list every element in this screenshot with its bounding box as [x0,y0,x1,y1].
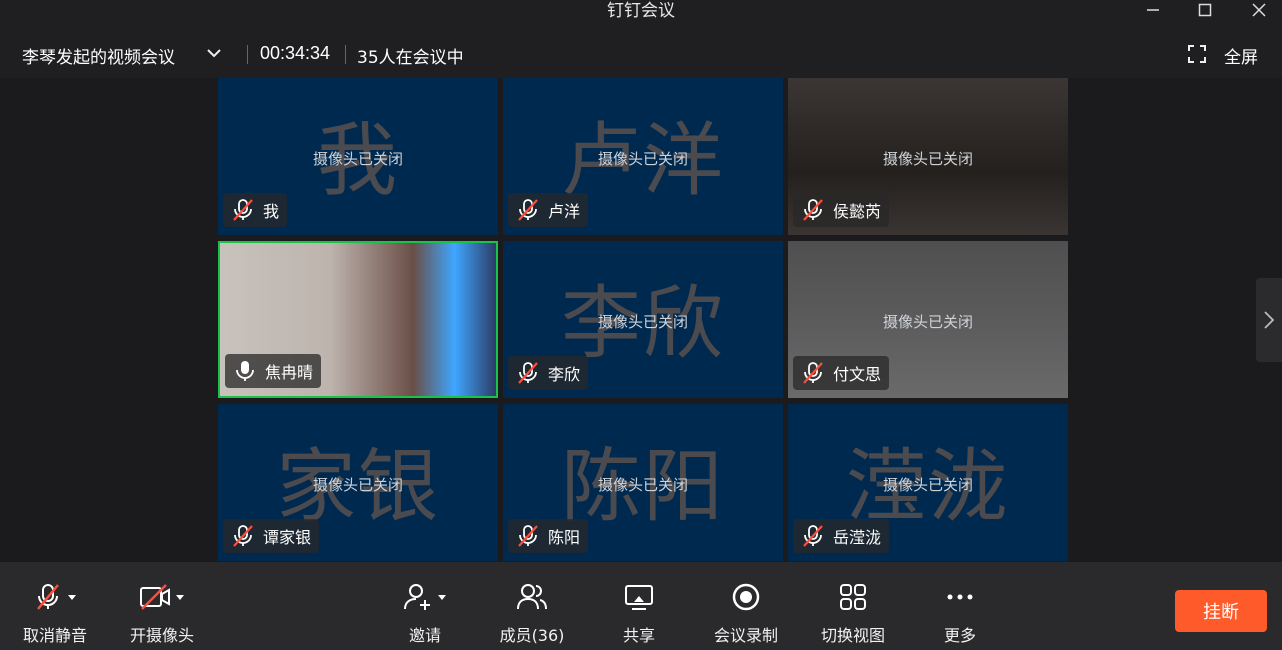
add-user-icon [404,584,430,610]
mic-muted-icon [801,198,825,222]
switch-view-label: 切换视图 [820,626,885,645]
maximize-icon [1198,3,1212,17]
participant-name: 付文思 [833,365,882,384]
video-tile[interactable]: 卢洋 摄像头已关闭 卢洋 [503,78,783,235]
minimize-button[interactable] [1138,0,1168,20]
participant-badge: 李欣 [508,356,589,390]
mic-muted-icon [801,361,825,385]
caret-down-icon [176,595,184,600]
participant-badge: 陈阳 [508,519,589,553]
minimize-icon [1147,9,1159,11]
members-button[interactable]: 成员(36) [487,580,577,646]
divider [345,45,346,64]
divider [247,45,248,64]
meeting-info-bar: 李琴发起的视频会议 00:34:34 35人在会议中 全屏 [0,30,1282,78]
video-tile[interactable]: 摄像头已关闭付文思 [788,241,1068,398]
participant-name: 我 [263,202,280,221]
mic-muted-icon [516,524,540,548]
participant-count: 35人在会议中 [357,48,464,68]
next-page-button[interactable] [1256,278,1282,362]
video-tile[interactable]: 我摄像头已关闭我 [218,78,498,235]
participant-badge: 我 [223,193,288,227]
participant-badge: 谭家银 [223,519,320,553]
participant-badge: 卢洋 [508,193,589,227]
camera-off-icon [140,584,170,610]
video-stage: 我摄像头已关闭我卢洋摄像头已关闭卢洋摄像头已关闭侯懿芮摄像头已关闭焦冉晴李欣摄像… [0,78,1282,562]
mic-icon [233,359,257,383]
mic-muted-icon [516,198,540,222]
fullscreen-button[interactable]: 全屏 [1224,43,1258,68]
video-grid: 我摄像头已关闭我卢洋摄像头已关闭卢洋摄像头已关闭侯懿芮摄像头已关闭焦冉晴李欣摄像… [218,78,1068,562]
more-button[interactable]: 更多 [915,580,1005,646]
video-tile[interactable]: 陈阳 摄像头已关闭 陈阳 [503,404,783,561]
video-tile[interactable]: 李欣 摄像头已关闭 李欣 [503,241,783,398]
camera-off-text: 摄像头已关闭 [597,476,688,494]
unmute-label: 取消静音 [22,626,87,645]
unmute-button[interactable]: 取消静音 [10,580,100,646]
meeting-toolbar: 取消静音 开摄像头 邀请 成员(36) 共享 会议录制 切换视图 更多 挂断 [0,562,1282,650]
members-label: 成员(36) [499,626,565,645]
participant-name: 李欣 [548,365,581,384]
share-label: 共享 [622,626,655,645]
grid-view-icon [840,584,866,610]
meeting-timer: 00:34:34 [260,43,331,63]
video-tile[interactable]: 家银 摄像头已关闭 谭家银 [218,404,498,561]
mic-muted-icon [516,361,540,385]
video-tile[interactable]: 摄像头已关闭焦冉晴 [218,241,498,398]
camera-off-text: 摄像头已关闭 [882,476,973,494]
video-tile[interactable]: 摄像头已关闭侯懿芮 [788,78,1068,235]
fullscreen-icon[interactable] [1187,44,1207,69]
meeting-title[interactable]: 李琴发起的视频会议 [22,43,175,68]
camera-off-text: 摄像头已关闭 [312,150,403,168]
record-label: 会议录制 [713,626,778,645]
participant-name: 侯懿芮 [833,202,882,221]
camera-off-text: 摄像头已关闭 [312,476,403,494]
participant-badge: 付文思 [793,356,890,390]
camera-button[interactable]: 开摄像头 [117,580,207,646]
chevron-right-icon [1264,311,1275,329]
participant-badge: 焦冉晴 [225,354,322,388]
close-icon [1252,3,1266,17]
mic-muted-icon [231,524,255,548]
participant-name: 谭家银 [263,528,312,547]
record-icon [732,583,760,611]
participant-name: 焦冉晴 [265,363,314,382]
members-icon [517,584,547,610]
camera-label: 开摄像头 [129,626,194,645]
mic-muted-icon [231,198,255,222]
camera-off-text: 摄像头已关闭 [597,150,688,168]
maximize-button[interactable] [1190,0,1220,20]
more-icon [947,594,973,600]
invite-button[interactable]: 邀请 [380,580,470,646]
mic-muted-icon [801,524,825,548]
camera-off-text: 摄像头已关闭 [882,150,973,168]
hangup-button[interactable]: 挂断 [1175,590,1267,632]
participant-name: 卢洋 [548,202,581,221]
participant-name: 岳滢泷 [833,528,882,547]
screen-share-icon [625,585,653,610]
chevron-down-icon[interactable] [204,43,224,68]
switch-view-button[interactable]: 切换视图 [808,580,898,646]
close-button[interactable] [1244,0,1274,20]
more-label: 更多 [943,626,976,645]
participant-name: 陈阳 [548,528,581,547]
camera-off-text: 摄像头已关闭 [597,313,688,331]
camera-off-text: 摄像头已关闭 [882,313,973,331]
window-title: 钉钉会议 [607,1,675,21]
title-bar: 钉钉会议 [0,0,1282,30]
share-button[interactable]: 共享 [594,580,684,646]
caret-down-icon [68,595,76,600]
caret-down-icon [438,595,446,600]
participant-badge: 侯懿芮 [793,193,890,227]
invite-label: 邀请 [408,626,441,645]
mic-muted-icon [37,584,59,610]
video-tile[interactable]: 滢泷 摄像头已关闭 岳滢泷 [788,404,1068,561]
participant-badge: 岳滢泷 [793,519,890,553]
record-button[interactable]: 会议录制 [701,580,791,646]
